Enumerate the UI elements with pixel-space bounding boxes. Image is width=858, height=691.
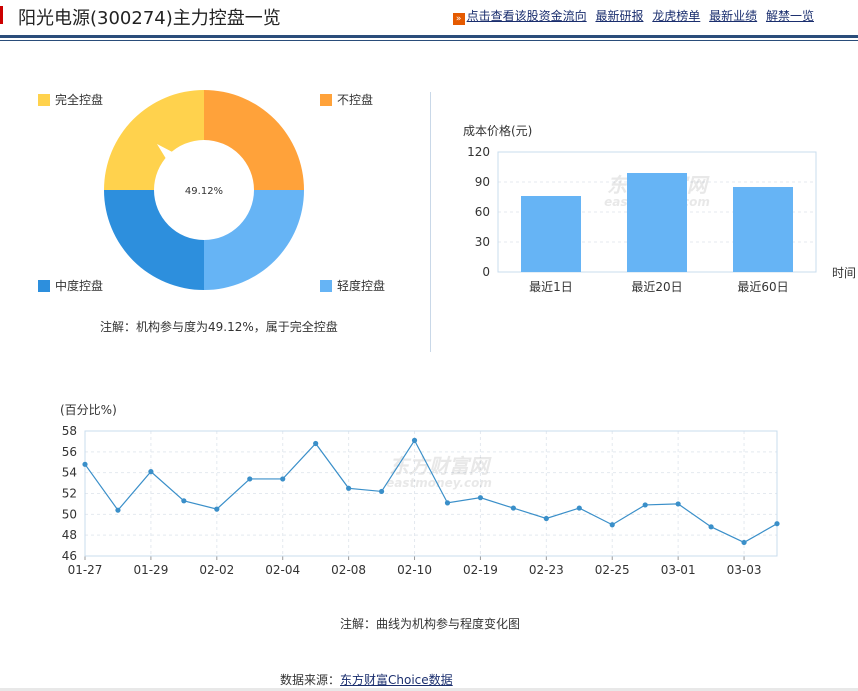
legend-swatch [38, 280, 50, 292]
line-x-tick-label: 03-01 [661, 563, 696, 577]
line-y-tick-label: 52 [62, 487, 77, 501]
legend-full-control: 完全控盘 [38, 91, 103, 108]
line-point-3 [148, 469, 154, 475]
bar-y-tick-label: 30 [475, 235, 490, 249]
bar-y-tick-label: 120 [467, 145, 490, 159]
line-point-21 [741, 539, 747, 546]
control-donut-chart: 49.12% [104, 90, 304, 290]
header: 阳光电源(300274)主力控盘一览 » 点击查看该股资金流向 最新研报 龙虎榜单… [0, 0, 858, 36]
donut-note: 注解：机构参与度为49.12%，属于完全控盘 [100, 320, 338, 334]
source-label: 数据来源： [280, 673, 341, 687]
bar-y-tick-label: 60 [475, 205, 490, 219]
legend-swatch [320, 94, 332, 106]
bar-y-tick-label: 0 [482, 265, 490, 279]
legend-no-control: 不控盘 [320, 91, 373, 108]
header-divider [0, 35, 858, 38]
line-y-tick-label: 54 [62, 466, 77, 480]
page-title: 阳光电源(300274)主力控盘一览 [18, 8, 281, 29]
legend-medium-control: 中度控盘 [38, 277, 103, 294]
header-links: » 点击查看该股资金流向 最新研报 龙虎榜单 最新业绩 解禁一览 [452, 7, 814, 25]
data-source: 数据来源：东方财富Choice数据 [280, 671, 453, 688]
bar-x-axis-label: 时间 [832, 266, 856, 280]
watermark-cn: 东方财富网 [389, 454, 492, 478]
line-x-tick-label: 02-02 [199, 563, 234, 577]
legend-label: 中度控盘 [55, 279, 104, 293]
line-x-tick-label: 02-04 [265, 563, 300, 577]
title-accent-bar [0, 6, 3, 24]
line-x-tick-label: 03-03 [727, 563, 762, 577]
line-x-tick-label: 02-10 [397, 563, 432, 577]
participation-line-chart: (百分比%) 46 48 50 52 54 56 58 01-27 01-29 02-02 02-04… [60, 403, 780, 577]
research-report-link[interactable]: 最新研报 [595, 9, 643, 23]
donut-slice-full [104, 90, 204, 190]
bar-x-tick-label: 最近1日 [529, 280, 573, 294]
bar-x-tick-label: 最近60日 [737, 280, 788, 294]
line-point-6 [247, 476, 253, 482]
line-point-4 [181, 498, 187, 504]
line-point-17 [609, 522, 615, 528]
legend-label: 轻度控盘 [337, 279, 386, 293]
bar-2 [627, 173, 687, 272]
line-point-10 [378, 488, 385, 495]
bar-1 [521, 196, 581, 272]
line-note: 注解：曲线为机构参与程度变化图 [340, 617, 521, 631]
line-point-1 [82, 461, 88, 467]
line-point-12 [444, 500, 451, 506]
line-x-tick-label: 01-29 [133, 563, 168, 577]
line-y-tick-label: 46 [62, 549, 77, 563]
line-point-9 [346, 485, 352, 491]
bar-y-axis-label: 成本价格(元) [463, 123, 532, 138]
line-x-tick-label: 02-19 [463, 563, 498, 577]
line-point-5 [214, 506, 220, 512]
line-point-14 [510, 505, 516, 511]
latest-results-link[interactable]: 最新业绩 [709, 9, 757, 23]
legend-swatch [320, 280, 332, 292]
double-arrow-icon: » [452, 13, 465, 25]
donut-center-label: 49.12% [185, 186, 223, 197]
line-point-19 [675, 501, 681, 507]
line-y-tick-label: 58 [62, 424, 77, 438]
legend-swatch [38, 94, 50, 106]
line-x-tick-label: 02-25 [595, 563, 630, 577]
line-x-tick-label: 01-27 [68, 563, 103, 577]
bar-y-tick-label: 90 [475, 175, 490, 189]
line-y-tick-label: 50 [62, 507, 77, 521]
donut-slice-medium [104, 190, 204, 290]
unlock-list-link[interactable]: 解禁一览 [766, 9, 814, 23]
line-point-16 [576, 505, 582, 511]
cost-price-bar-chart: 成本价格(元)0306090120东方财富网eastmoney.com最近1日最… [463, 123, 856, 294]
fund-flow-link[interactable]: 点击查看该股资金流向 [467, 9, 587, 23]
line-x-tick-label: 02-23 [529, 563, 564, 577]
bar-3 [733, 187, 793, 272]
line-point-22 [774, 521, 780, 527]
bar-x-tick-label: 最近20日 [631, 280, 682, 294]
legend-label: 不控盘 [337, 93, 374, 107]
line-point-11 [411, 437, 418, 443]
choice-data-link[interactable]: 东方财富Choice数据 [340, 673, 453, 687]
line-point-15 [543, 515, 549, 522]
line-x-tick-label: 02-08 [331, 563, 366, 577]
dragon-tiger-link[interactable]: 龙虎榜单 [652, 9, 700, 23]
line-y-tick-label: 56 [62, 445, 77, 459]
legend-label: 完全控盘 [55, 93, 104, 107]
line-point-20 [708, 524, 714, 530]
line-y-axis-label: (百分比%) [60, 403, 117, 417]
header-divider-thin [0, 40, 858, 41]
legend-light-control: 轻度控盘 [320, 277, 385, 294]
donut-slice-light [204, 190, 304, 290]
line-point-8 [313, 440, 319, 447]
line-point-2 [115, 507, 121, 513]
panel-divider [430, 92, 431, 352]
line-point-18 [642, 502, 648, 508]
line-y-tick-label: 48 [62, 528, 77, 542]
line-point-13 [477, 495, 484, 501]
line-point-7 [280, 476, 286, 482]
donut-slice-none [204, 90, 304, 190]
